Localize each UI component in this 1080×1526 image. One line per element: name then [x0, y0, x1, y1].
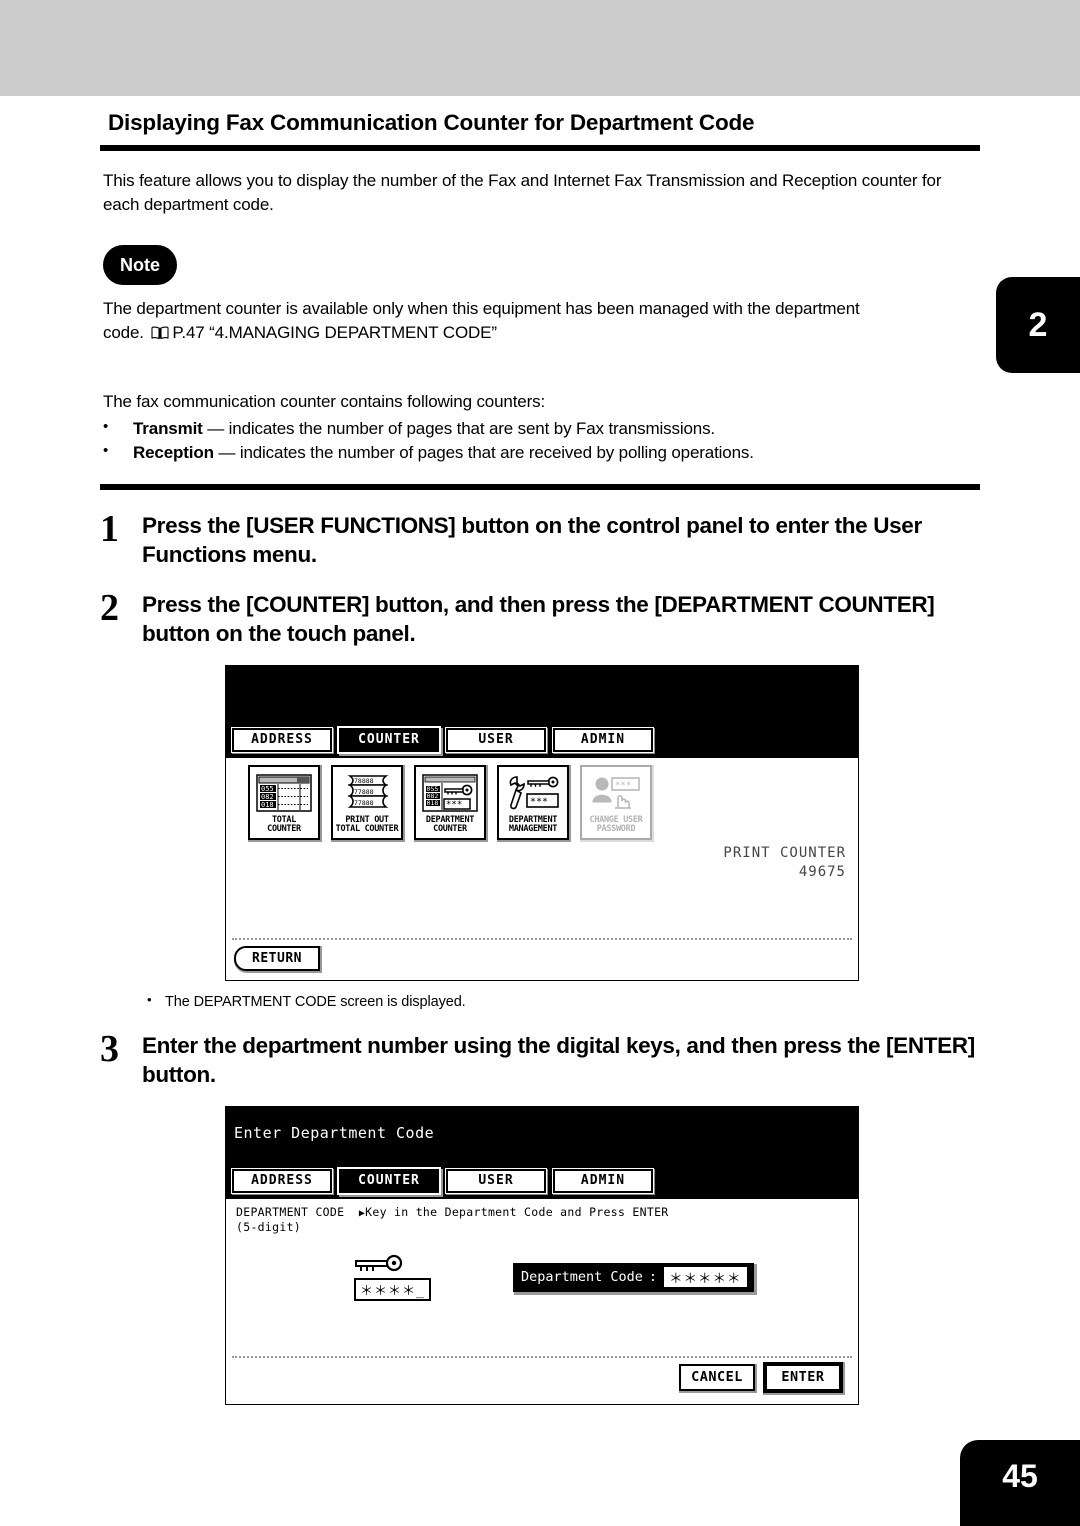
- step2-note: The DEPARTMENT CODE screen is displayed.: [147, 992, 980, 1010]
- step-1: 1 Press the [USER FUNCTIONS] button on t…: [100, 507, 980, 570]
- step-text: Press the [COUNTER] button, and then pre…: [142, 592, 935, 647]
- enter-button[interactable]: ENTER: [765, 1363, 841, 1391]
- svg-text:***_: ***_: [530, 797, 555, 808]
- tab-address[interactable]: ADDRESS: [232, 1168, 332, 1193]
- panel2-title: Enter Department Code: [234, 1123, 435, 1142]
- print-counter-label: PRINT COUNTER: [723, 844, 846, 861]
- key-illustration: ＊＊＊＊_: [354, 1254, 431, 1301]
- page-title: Displaying Fax Communication Counter for…: [108, 110, 755, 135]
- department-code-field-label: Department Code: [521, 1268, 643, 1285]
- print-counter-readout: PRINT COUNTER 49675: [723, 844, 846, 882]
- department-code-entry-area: ＊＊＊＊_ Department Code : ＊＊＊＊＊: [226, 1236, 858, 1356]
- book-icon: [151, 326, 169, 340]
- icon-caption: TOTAL COUNTER: [267, 815, 301, 835]
- chapter-tab: 2: [996, 277, 1080, 373]
- icon-caption: DEPARTMENT COUNTER: [425, 815, 475, 835]
- svg-text:018: 018: [427, 799, 439, 807]
- step-3: 3 Enter the department number using the …: [100, 1027, 980, 1090]
- department-code-prompt: DEPARTMENT CODE ▶Key in the Department C…: [226, 1199, 858, 1236]
- printout-icon: 78888 77888 77888: [333, 767, 401, 816]
- svg-text:055: 055: [261, 785, 274, 793]
- panel2-tab-row[interactable]: ADDRESS COUNTER USER ADMIN: [226, 1166, 858, 1199]
- department-management-button[interactable]: ***_ DEPARTMENT MANAGEMENT: [497, 764, 569, 840]
- panel1-body: 055 082 018 TOTAL COUNTER 78888 77888 77…: [226, 757, 858, 938]
- change-user-password-button[interactable]: *** CHANGE USER PASSWORD: [580, 764, 652, 840]
- list-item: Reception — indicates the number of page…: [100, 440, 980, 466]
- print-counter-value: 49675: [798, 863, 846, 880]
- svg-text:***_: ***_: [446, 800, 468, 810]
- panel1-header: [226, 665, 858, 726]
- touch-panel-counter-menu[interactable]: ADDRESS COUNTER USER ADMIN 055 082 018 T…: [225, 664, 859, 981]
- department-counter-icon: 055 082 018 ***_: [416, 767, 484, 816]
- svg-text:77888: 77888: [354, 799, 374, 807]
- section-rule: [100, 483, 980, 490]
- department-code-field-value: ＊＊＊＊＊: [663, 1265, 748, 1288]
- panel1-tab-row[interactable]: ADDRESS COUNTER USER ADMIN: [226, 725, 858, 758]
- step-text: Enter the department number using the di…: [142, 1032, 975, 1087]
- top-gray-band: [0, 0, 1080, 96]
- intro-paragraph: This feature allows you to display the n…: [103, 171, 942, 215]
- step-2: 2 Press the [COUNTER] button, and then p…: [100, 587, 980, 649]
- department-code-field-colon: :: [648, 1268, 658, 1285]
- prompt-text: Key in the Department Code and Press ENT…: [365, 1204, 669, 1219]
- key-icon: [355, 1254, 403, 1271]
- icon-caption: DEPARTMENT MANAGEMENT: [508, 815, 558, 835]
- note-reference: P.47 “4.MANAGING DEPARTMENT CODE”: [172, 323, 497, 343]
- page-content: Displaying Fax Communication Counter for…: [100, 110, 980, 1405]
- icon-caption: PRINT OUT TOTAL COUNTER: [335, 815, 399, 835]
- step-text: Press the [USER FUNCTIONS] button on the…: [142, 512, 922, 567]
- svg-text:77888: 77888: [354, 788, 374, 796]
- key-mask-value: ＊＊＊＊_: [354, 1277, 431, 1301]
- change-user-password-icon: ***: [582, 767, 650, 816]
- print-out-total-counter-button[interactable]: 78888 77888 77888 PRINT OUT TOTAL COUNTE…: [331, 764, 403, 840]
- svg-text:78888: 78888: [354, 777, 374, 785]
- icon-caption: CHANGE USER PASSWORD: [589, 815, 643, 835]
- note-badge: Note: [103, 245, 177, 286]
- department-counter-button[interactable]: 055 082 018 ***_ DEPARTMENT COUNTER: [414, 764, 486, 840]
- svg-text:018: 018: [261, 801, 274, 809]
- return-button[interactable]: RETURN: [234, 945, 320, 971]
- step-number: 3: [100, 1027, 119, 1070]
- note-line-2-prefix: code.: [103, 323, 144, 343]
- counter-bullet-list: Transmit — indicates the number of pages…: [100, 416, 980, 466]
- panel2-header: Enter Department Code: [226, 1106, 858, 1167]
- tab-user[interactable]: USER: [446, 727, 546, 752]
- tab-admin[interactable]: ADMIN: [553, 727, 653, 752]
- tab-address[interactable]: ADDRESS: [232, 727, 332, 752]
- total-counter-button[interactable]: 055 082 018 TOTAL COUNTER: [248, 764, 320, 840]
- department-management-icon: ***_: [499, 767, 567, 816]
- note-line-1: The department counter is available only…: [103, 299, 860, 319]
- department-code-field[interactable]: Department Code : ＊＊＊＊＊: [513, 1262, 754, 1292]
- title-rule: [100, 145, 980, 151]
- panel1-footer: RETURN: [226, 940, 858, 980]
- tab-admin[interactable]: ADMIN: [553, 1168, 653, 1193]
- counters-intro: The fax communication counter contains f…: [103, 391, 546, 411]
- tab-counter[interactable]: COUNTER: [339, 1168, 439, 1193]
- tab-user[interactable]: USER: [446, 1168, 546, 1193]
- tab-counter[interactable]: COUNTER: [339, 727, 439, 752]
- bullet-desc: — indicates the number of pages that are…: [213, 443, 754, 463]
- prompt-label: DEPARTMENT CODE: [236, 1204, 345, 1219]
- bullet-desc: — indicates the number of pages that are…: [202, 418, 715, 438]
- step-number: 1: [100, 507, 119, 550]
- touch-panel-department-code[interactable]: Enter Department Code ADDRESS COUNTER US…: [225, 1105, 859, 1405]
- panel2-button-row[interactable]: CANCEL ENTER: [679, 1363, 844, 1391]
- page-number-tab: 45: [960, 1440, 1080, 1526]
- bullet-term: Transmit: [133, 418, 203, 438]
- step-number: 2: [100, 587, 119, 630]
- prompt-sub: (5-digit): [236, 1220, 302, 1235]
- cancel-button[interactable]: CANCEL: [679, 1363, 755, 1391]
- note-body: The department counter is available only…: [103, 297, 980, 345]
- total-counter-icon: 055 082 018: [250, 767, 318, 816]
- counter-icon-row[interactable]: 055 082 018 TOTAL COUNTER 78888 77888 77…: [226, 758, 858, 840]
- list-item: Transmit — indicates the number of pages…: [100, 416, 980, 442]
- panel2-footer: CANCEL ENTER: [226, 1358, 858, 1404]
- panel2-body: DEPARTMENT CODE ▶Key in the Department C…: [226, 1198, 858, 1356]
- svg-text:082: 082: [261, 793, 274, 801]
- bullet-term: Reception: [133, 443, 214, 463]
- svg-text:***: ***: [615, 781, 631, 791]
